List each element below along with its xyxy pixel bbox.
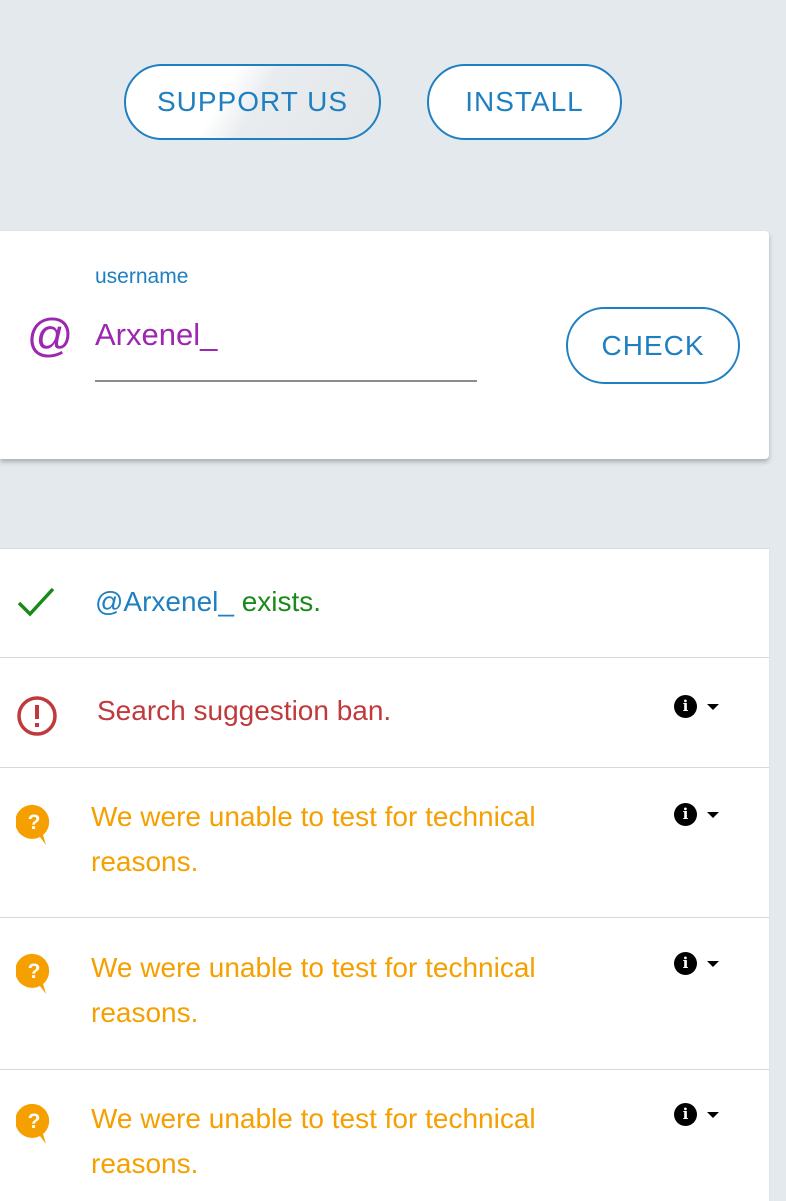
- username-input[interactable]: [95, 314, 477, 382]
- top-actions: SUPPORT US INSTALL: [124, 64, 622, 140]
- unable-text-line-1: We were unable to test for technical: [91, 1103, 536, 1134]
- unable-text-line-2: reasons.: [91, 1148, 199, 1179]
- question-bubble-icon: ?: [16, 953, 50, 994]
- info-icon[interactable]: i: [674, 803, 697, 826]
- username-label: username: [95, 265, 189, 288]
- info-icon[interactable]: i: [674, 952, 697, 975]
- install-button[interactable]: INSTALL: [427, 64, 622, 140]
- alert-circle-icon: [17, 696, 57, 736]
- result-row-unable-2[interactable]: ? We were unable to test for technical r…: [0, 918, 769, 1070]
- unable-text-line-2: reasons.: [91, 997, 199, 1028]
- suggestion-ban-text: Search suggestion ban.: [97, 695, 392, 726]
- row-actions[interactable]: i: [674, 952, 719, 975]
- caret-down-icon[interactable]: [707, 703, 719, 710]
- check-button[interactable]: CHECK: [566, 307, 740, 384]
- svg-text:?: ?: [28, 1110, 41, 1133]
- unable-text-line-1: We were unable to test for technical: [91, 801, 536, 832]
- svg-text:?: ?: [28, 811, 41, 834]
- exists-message: @Arxenel_ exists.: [95, 579, 321, 624]
- unable-text: We were unable to test for technical rea…: [91, 794, 536, 884]
- results-list: @Arxenel_ exists. Search suggestion ban.…: [0, 548, 770, 1201]
- caret-down-icon[interactable]: [707, 1111, 719, 1118]
- check-icon: [17, 587, 55, 617]
- question-bubble-icon: ?: [16, 1103, 50, 1144]
- svg-text:?: ?: [28, 960, 41, 983]
- result-row-suggestion-ban[interactable]: Search suggestion ban. i: [0, 658, 769, 768]
- info-icon[interactable]: i: [674, 695, 697, 718]
- exists-status-text: exists.: [233, 586, 322, 617]
- row-actions[interactable]: i: [674, 695, 719, 718]
- row-actions[interactable]: i: [674, 1103, 719, 1126]
- unable-text: We were unable to test for technical rea…: [91, 1096, 536, 1186]
- question-bubble-icon: ?: [16, 804, 50, 845]
- result-row-unable-3[interactable]: ? We were unable to test for technical r…: [0, 1070, 769, 1201]
- unable-text-line-2: reasons.: [91, 846, 199, 877]
- unable-text: We were unable to test for technical rea…: [91, 945, 536, 1035]
- info-icon[interactable]: i: [674, 1103, 697, 1126]
- at-sign-icon: @: [26, 309, 73, 361]
- support-us-button[interactable]: SUPPORT US: [124, 64, 381, 140]
- caret-down-icon[interactable]: [707, 960, 719, 967]
- caret-down-icon[interactable]: [707, 811, 719, 818]
- handle-text: @Arxenel_: [95, 586, 234, 617]
- result-row-exists: @Arxenel_ exists.: [0, 549, 769, 658]
- row-actions[interactable]: i: [674, 803, 719, 826]
- unable-text-line-1: We were unable to test for technical: [91, 952, 536, 983]
- result-row-unable-1[interactable]: ? We were unable to test for technical r…: [0, 768, 769, 918]
